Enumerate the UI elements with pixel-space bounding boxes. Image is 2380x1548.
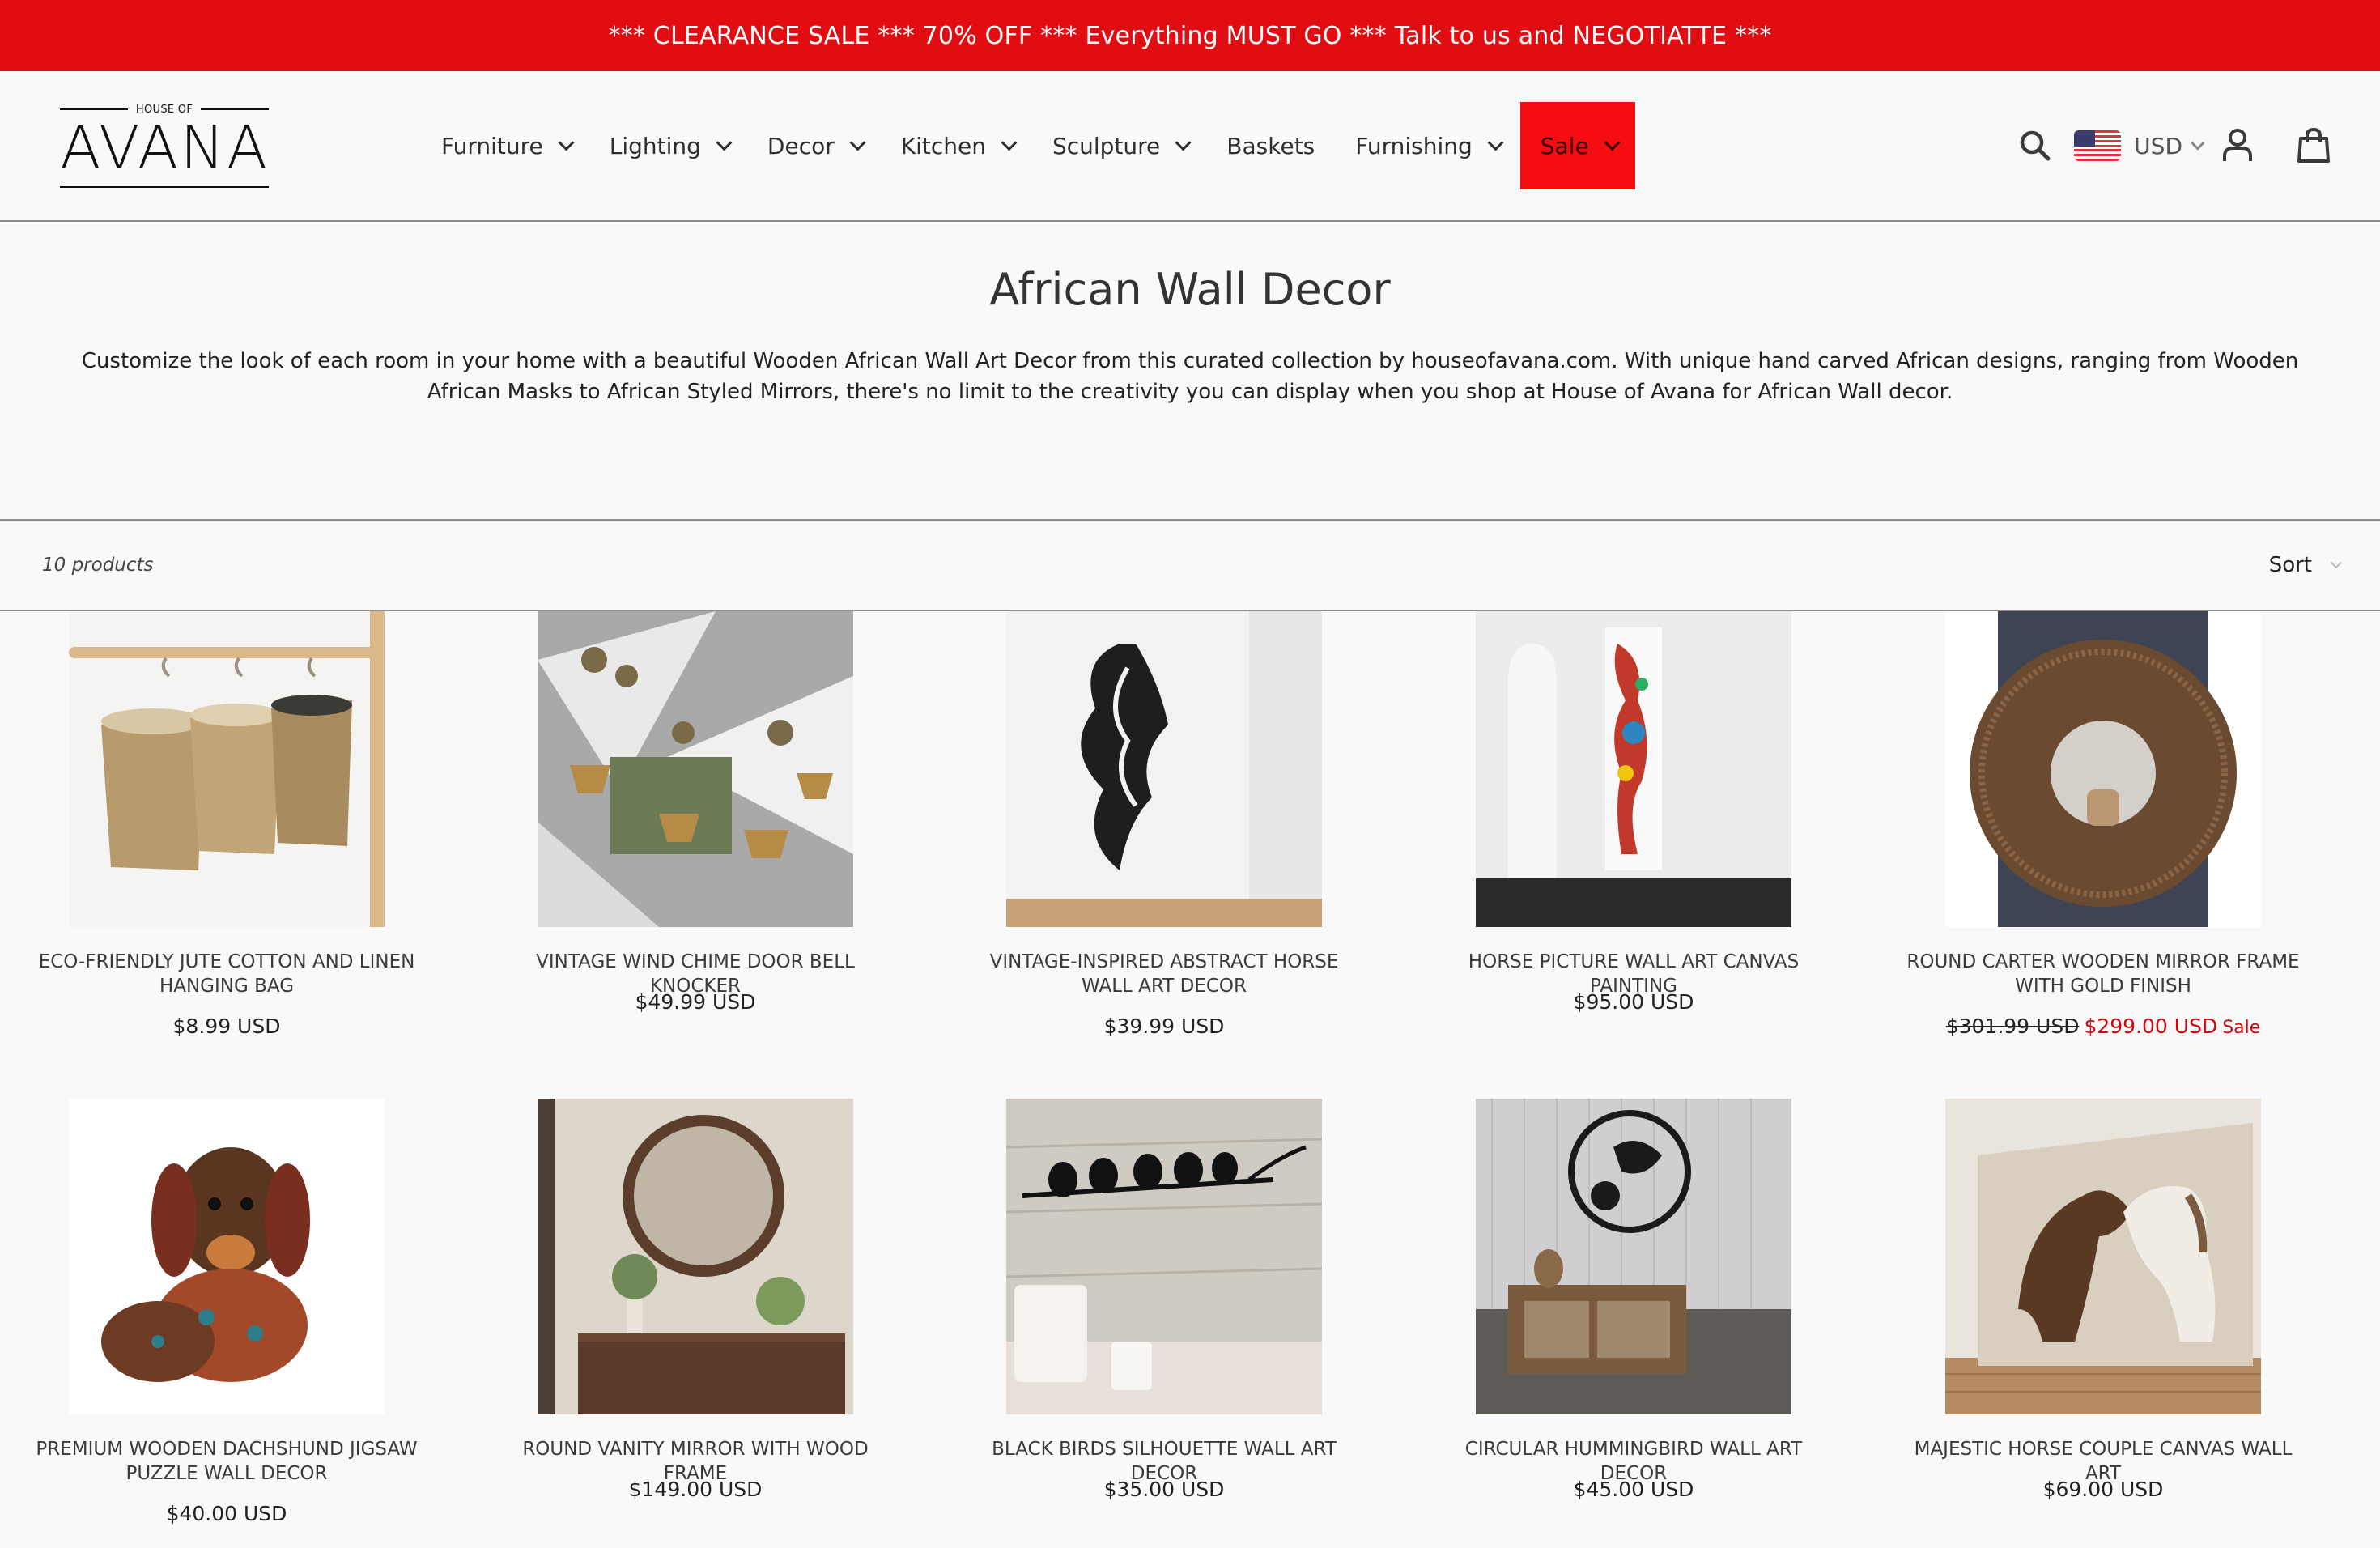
nav-item-decor[interactable]: Decor	[747, 102, 881, 189]
birds-silhouette-image[interactable]	[1006, 1099, 1322, 1414]
nav-item-baskets[interactable]: Baskets	[1206, 102, 1335, 189]
currency-selector[interactable]: USD	[2074, 130, 2205, 161]
nav-item-kitchen[interactable]: Kitchen	[881, 102, 1032, 189]
nav-item-label: Kitchen	[900, 132, 986, 159]
product-price: $301.99 USD $299.00 USD Sale	[1876, 1014, 2330, 1038]
original-price: $301.99 USD	[1945, 1014, 2080, 1038]
nav-item-label: Furnishing	[1355, 132, 1473, 159]
price-value: $35.00 USD	[1103, 1478, 1225, 1501]
chevron-down-icon	[2191, 136, 2205, 151]
price-value: $8.99 USD	[172, 1014, 281, 1038]
product-price: $149.00 USD	[469, 1478, 922, 1501]
price-value: $49.99 USD	[635, 990, 756, 1014]
announcement-text: *** CLEARANCE SALE *** 70% OFF *** Every…	[608, 21, 1772, 50]
logo-wordmark: AVANA	[60, 113, 270, 183]
cart-button[interactable]	[2289, 121, 2338, 170]
sale-price: $299.00 USD	[2084, 1014, 2218, 1038]
filter-bar: 10 products Sort	[0, 521, 2380, 611]
nav-item-sale[interactable]: Sale	[1519, 102, 1635, 189]
sort-dropdown[interactable]: Sort	[2268, 553, 2342, 577]
search-icon	[2020, 130, 2051, 161]
vanity-mirror-image[interactable]	[538, 1099, 853, 1414]
product-count: 10 products	[42, 555, 154, 576]
product-title[interactable]: ECO-FRIENDLY JUTE COTTON AND LINEN HANGI…	[0, 950, 453, 998]
product-price: $45.00 USD	[1407, 1478, 1860, 1501]
price-value: $39.99 USD	[1103, 1014, 1225, 1038]
product-price: $49.99 USD	[469, 990, 922, 1014]
collection-description: Customize the look of each room in your …	[81, 349, 2299, 404]
page-title: African Wall Decor	[989, 264, 1391, 315]
announcement-bar[interactable]: *** CLEARANCE SALE *** 70% OFF *** Every…	[0, 0, 2380, 71]
nav-item-label: Decor	[767, 132, 835, 159]
sale-badge: Sale	[2222, 1018, 2261, 1038]
nav-item-lighting[interactable]: Lighting	[589, 102, 747, 189]
chevron-down-icon	[558, 134, 575, 151]
us-flag-icon	[2074, 130, 2122, 161]
product-price: $95.00 USD	[1407, 990, 1860, 1014]
nav-item-label: Sculpture	[1052, 132, 1161, 159]
chevron-down-icon	[716, 134, 733, 151]
product-title[interactable]: PREMIUM WOODEN DACHSHUND JIGSAW PUZZLE W…	[0, 1437, 453, 1486]
account-button[interactable]	[2213, 121, 2262, 170]
nav-item-label: Baskets	[1226, 132, 1315, 159]
chevron-down-icon	[849, 134, 866, 151]
site-header: HOUSE OF AVANA Furniture Lighting Decor Kit…	[0, 71, 2380, 222]
site-logo[interactable]: HOUSE OF AVANA	[60, 104, 270, 188]
chevron-down-icon	[1487, 134, 1504, 151]
horse-couple-image[interactable]	[1945, 1099, 2261, 1414]
wind-chime-image[interactable]	[538, 611, 853, 927]
price-value: $149.00 USD	[628, 1478, 763, 1501]
nav-item-furniture[interactable]: Furniture	[421, 102, 589, 189]
header-actions: USD	[2011, 71, 2338, 220]
collection-header: African Wall Decor Customize the look of…	[0, 222, 2380, 521]
currency-code: USD	[2134, 132, 2182, 159]
sort-label: Sort	[2268, 553, 2312, 577]
main-nav: Furniture Lighting Decor Kitchen Sculpture Ba…	[421, 71, 1635, 220]
chevron-down-icon	[1175, 134, 1192, 151]
horse-canvas-image[interactable]	[1476, 611, 1791, 927]
product-price: $35.00 USD	[937, 1478, 1391, 1501]
nav-item-furnishing[interactable]: Furnishing	[1335, 102, 1519, 189]
product-price: $40.00 USD	[0, 1502, 453, 1525]
nav-item-label: Lighting	[609, 132, 701, 159]
round-mirror-image[interactable]	[1945, 611, 2261, 927]
hummingbird-art-image[interactable]	[1476, 1099, 1791, 1414]
dachshund-puzzle-image[interactable]	[69, 1099, 385, 1414]
chevron-down-icon	[1604, 134, 1621, 151]
nav-item-sculpture[interactable]: Sculpture	[1032, 102, 1206, 189]
product-title[interactable]: VINTAGE-INSPIRED ABSTRACT HORSE WALL ART…	[937, 950, 1391, 998]
chevron-down-icon	[2330, 557, 2342, 569]
cart-icon	[2297, 127, 2330, 163]
price-value: $69.00 USD	[2042, 1478, 2164, 1501]
jute-baskets-image[interactable]	[69, 611, 385, 927]
price-value: $40.00 USD	[166, 1502, 287, 1525]
abstract-horse-image[interactable]	[1006, 611, 1322, 927]
price-value: $95.00 USD	[1573, 990, 1694, 1014]
price-value: $45.00 USD	[1573, 1478, 1694, 1501]
chevron-down-icon	[1001, 134, 1018, 151]
nav-item-label: Sale	[1540, 132, 1589, 159]
product-price: $39.99 USD	[937, 1014, 1391, 1038]
nav-item-label: Furniture	[441, 132, 543, 159]
product-price: $69.00 USD	[1876, 1478, 2330, 1501]
product-title[interactable]: ROUND CARTER WOODEN MIRROR FRAME WITH GO…	[1876, 950, 2330, 998]
search-button[interactable]	[2011, 121, 2059, 170]
product-price: $8.99 USD	[0, 1014, 453, 1038]
user-icon	[2223, 129, 2252, 161]
